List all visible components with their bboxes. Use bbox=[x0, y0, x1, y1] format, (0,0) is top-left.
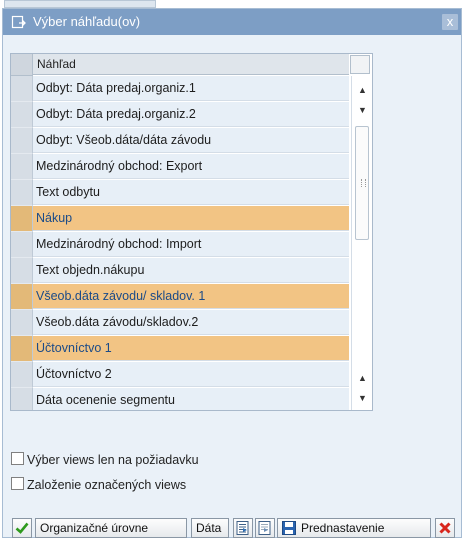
row-selector[interactable] bbox=[11, 362, 33, 388]
org-levels-button[interactable]: Organizačné úrovne bbox=[35, 518, 187, 538]
deselect-all-icon bbox=[258, 521, 271, 535]
view-cell[interactable]: Medzinárodný obchod: Import bbox=[33, 232, 349, 257]
default-values-button[interactable]: Prednastavenie bbox=[277, 518, 431, 538]
table-row[interactable]: Účtovníctvo 2 bbox=[11, 362, 351, 388]
table-row[interactable]: Odbyt: Dáta predaj.organiz.1 bbox=[11, 76, 351, 102]
row-selector[interactable] bbox=[11, 180, 33, 206]
select-all-button[interactable] bbox=[233, 518, 253, 538]
dialog-title: Výber náhľadu(ov) bbox=[33, 14, 141, 29]
table-row[interactable]: Text odbytu bbox=[11, 180, 351, 206]
view-cell[interactable]: Účtovníctvo 1 bbox=[33, 336, 349, 361]
view-cell[interactable]: Text odbytu bbox=[33, 180, 349, 205]
select-all-icon bbox=[236, 521, 249, 535]
dialog-window-icon bbox=[11, 15, 26, 29]
column-header-view[interactable]: Náhľad bbox=[33, 54, 349, 75]
table-row[interactable]: Všeob.dáta závodu/skladov.2 bbox=[11, 310, 351, 336]
red-x-icon bbox=[439, 522, 451, 534]
table-row[interactable]: Všeob.dáta závodu/ skladov. 1 bbox=[11, 284, 351, 310]
row-selector[interactable] bbox=[11, 284, 33, 310]
background-toolbar-strip bbox=[0, 0, 464, 8]
view-cell[interactable]: Medzinárodný obchod: Export bbox=[33, 154, 349, 179]
view-cell[interactable]: Všeob.dáta závodu/ skladov. 1 bbox=[33, 284, 349, 309]
view-cell[interactable]: Odbyt: Dáta predaj.organiz.2 bbox=[33, 102, 349, 127]
view-cell[interactable]: Dáta ocenenie segmentu bbox=[33, 388, 349, 410]
select-all-rows-cell[interactable] bbox=[11, 54, 33, 76]
table-row[interactable]: Dáta ocenenie segmentu bbox=[11, 388, 351, 410]
scrollbar-thumb[interactable] bbox=[355, 126, 369, 240]
confirm-button[interactable] bbox=[12, 518, 32, 538]
scroll-down-icon[interactable]: ▼ bbox=[352, 388, 372, 408]
vertical-scrollbar[interactable]: ▲ ▼ ▲ ▼ bbox=[351, 76, 372, 410]
row-selector[interactable] bbox=[11, 388, 33, 410]
data-label: Dáta bbox=[196, 521, 222, 535]
table-row[interactable]: Odbyt: Všeob.dáta/dáta závodu bbox=[11, 128, 351, 154]
create-selected-views-label: Založenie označených views bbox=[27, 478, 187, 492]
org-levels-label: Organizačné úrovne bbox=[40, 521, 149, 535]
view-cell[interactable]: Text objedn.nákupu bbox=[33, 258, 349, 283]
view-cell[interactable]: Všeob.dáta závodu/skladov.2 bbox=[33, 310, 349, 335]
create-selected-views-checkbox[interactable] bbox=[11, 477, 24, 490]
table-row[interactable]: Odbyt: Dáta predaj.organiz.2 bbox=[11, 102, 351, 128]
row-selector[interactable] bbox=[11, 128, 33, 154]
view-cell[interactable]: Nákup bbox=[33, 206, 349, 231]
view-cell[interactable]: Odbyt: Všeob.dáta/dáta závodu bbox=[33, 128, 349, 153]
row-selector[interactable] bbox=[11, 336, 33, 362]
data-button[interactable]: Dáta bbox=[191, 518, 229, 538]
row-selector[interactable] bbox=[11, 76, 33, 102]
table-row[interactable]: Účtovníctvo 1 bbox=[11, 336, 351, 362]
close-icon[interactable]: x bbox=[442, 14, 458, 30]
default-values-label: Prednastavenie bbox=[301, 521, 385, 535]
views-on-request-label: Výber views len na požiadavku bbox=[27, 453, 199, 467]
row-selector[interactable] bbox=[11, 154, 33, 180]
dialog-titlebar: Výber náhľadu(ov) x bbox=[3, 9, 461, 35]
scroll-grip-icon bbox=[361, 179, 366, 187]
views-on-request-checkbox[interactable] bbox=[11, 452, 24, 465]
scroll-page-down-icon[interactable]: ▼ bbox=[352, 100, 372, 120]
deselect-all-button[interactable] bbox=[255, 518, 275, 538]
create-selected-views-option[interactable]: Založenie označených views bbox=[11, 477, 186, 493]
views-table: Náhľad Odbyt: Dáta predaj.organiz.1 Odbyt… bbox=[10, 53, 373, 411]
row-selector[interactable] bbox=[11, 232, 33, 258]
view-cell[interactable]: Odbyt: Dáta predaj.organiz.1 bbox=[33, 76, 349, 101]
column-settings-corner[interactable] bbox=[350, 55, 370, 74]
view-cell[interactable]: Účtovníctvo 2 bbox=[33, 362, 349, 387]
views-on-request-option[interactable]: Výber views len na požiadavku bbox=[11, 452, 199, 468]
cancel-button[interactable] bbox=[435, 518, 455, 538]
button-bar: Organizačné úrovne Dáta Prednastavenie bbox=[3, 514, 461, 538]
row-selector[interactable] bbox=[11, 102, 33, 128]
green-check-icon bbox=[15, 522, 29, 534]
row-selector[interactable] bbox=[11, 206, 33, 232]
row-selector[interactable] bbox=[11, 310, 33, 336]
table-row[interactable]: Medzinárodný obchod: Export bbox=[11, 154, 351, 180]
row-selector[interactable] bbox=[11, 258, 33, 284]
save-disk-icon bbox=[282, 521, 296, 535]
table-header: Náhľad bbox=[11, 54, 372, 76]
select-views-dialog: Výber náhľadu(ov) x Náhľad Odbyt: Dáta p… bbox=[2, 8, 462, 538]
background-tab bbox=[4, 0, 156, 8]
table-row[interactable]: Text objedn.nákupu bbox=[11, 258, 351, 284]
scroll-up-icon[interactable]: ▲ bbox=[352, 80, 372, 100]
scroll-page-up-icon[interactable]: ▲ bbox=[352, 368, 372, 388]
table-row[interactable]: Medzinárodný obchod: Import bbox=[11, 232, 351, 258]
table-row[interactable]: Nákup bbox=[11, 206, 351, 232]
